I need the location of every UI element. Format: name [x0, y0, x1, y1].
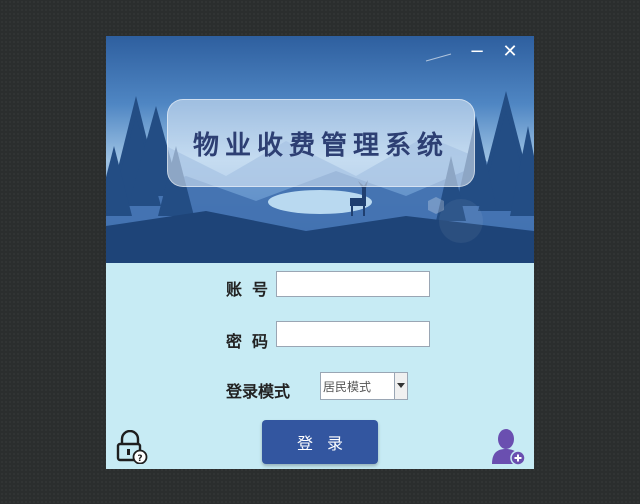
login-mode-select[interactable]: 居民模式 [320, 372, 408, 400]
lock-question-icon[interactable]: ? [114, 429, 148, 465]
svg-text:?: ? [137, 454, 142, 464]
password-input[interactable] [276, 321, 430, 347]
login-window: − ✕ 物业收费管理系统 账号 密码 登录模式 居民模式 登录 ? [106, 36, 534, 469]
header-banner: − ✕ 物业收费管理系统 [106, 36, 534, 263]
login-button[interactable]: 登录 [262, 420, 378, 464]
close-button[interactable]: ✕ [499, 42, 521, 62]
account-input[interactable] [276, 271, 430, 297]
minimize-button[interactable]: − [466, 42, 488, 62]
add-user-icon[interactable] [490, 428, 526, 466]
account-label: 账号 [226, 280, 279, 299]
app-title: 物业收费管理系统 [192, 130, 449, 161]
login-mode-label: 登录模式 [226, 382, 291, 401]
title-panel: 物业收费管理系统 [167, 99, 475, 187]
chevron-down-icon[interactable] [394, 373, 407, 399]
password-label: 密码 [226, 332, 279, 351]
login-mode-value: 居民模式 [323, 379, 372, 394]
